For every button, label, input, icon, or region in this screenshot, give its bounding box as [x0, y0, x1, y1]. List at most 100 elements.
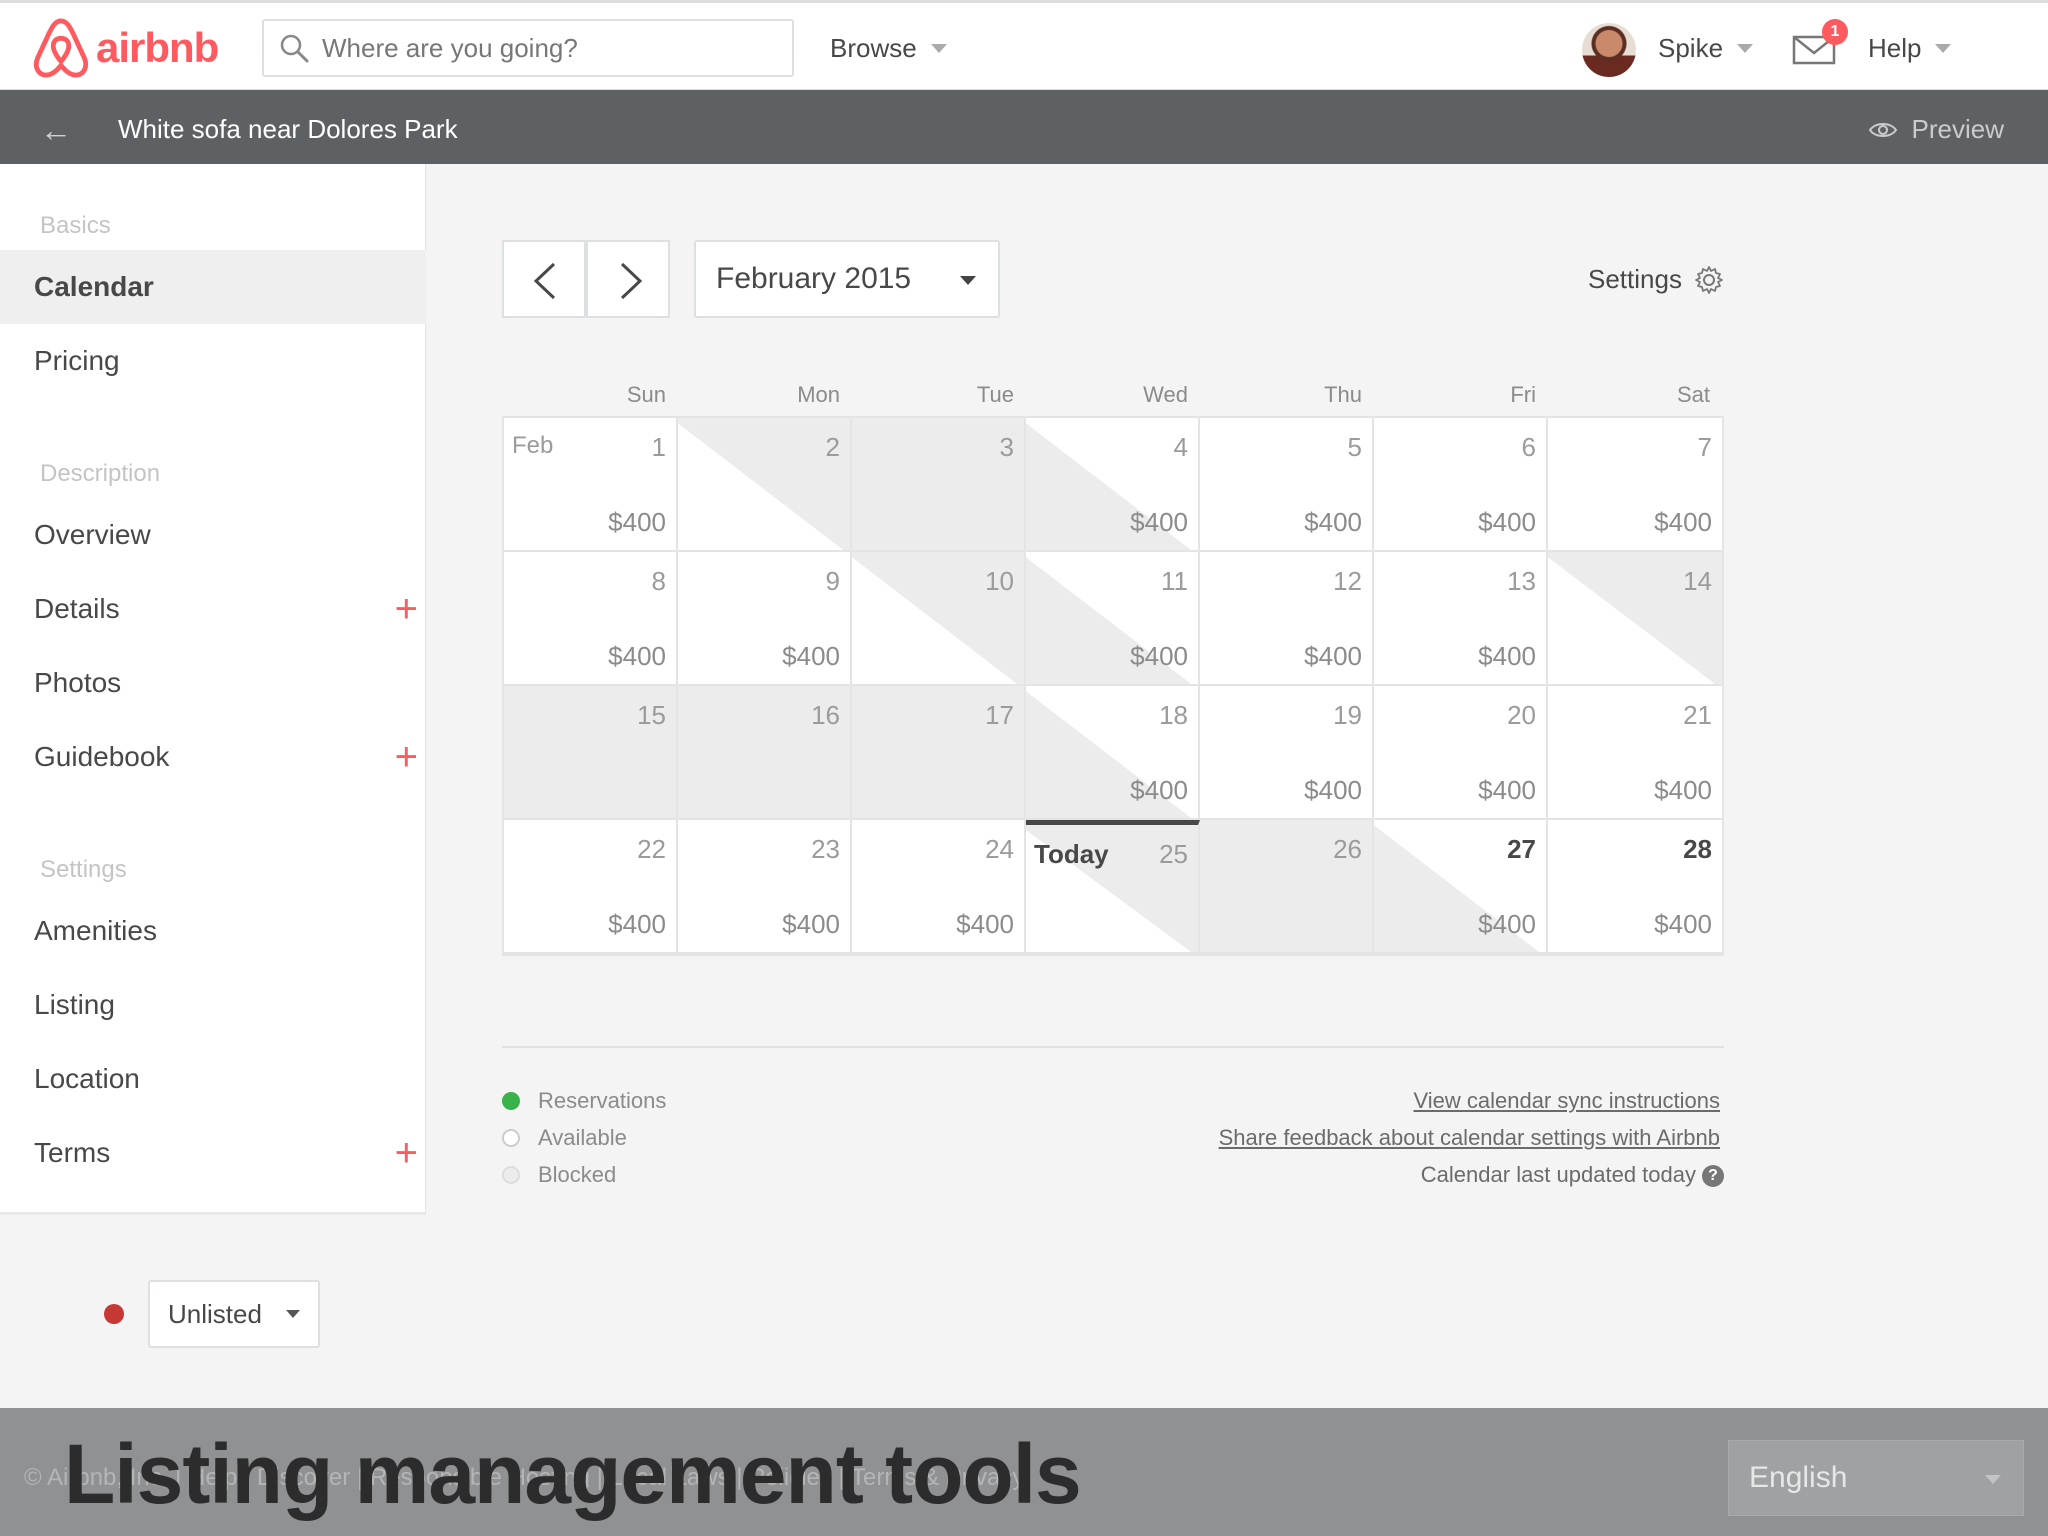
calendar-day-cell[interactable]: 14: [1548, 552, 1722, 686]
calendar-settings-button[interactable]: Settings: [1588, 264, 1724, 295]
chevron-down-icon: [960, 276, 976, 285]
day-price: $400: [1304, 507, 1362, 537]
calendar-day-cell[interactable]: 15: [504, 686, 678, 820]
question-icon[interactable]: ?: [1702, 1165, 1724, 1188]
calendar-day-cell[interactable]: Feb 1 $400: [504, 418, 678, 552]
day-number: 17: [985, 700, 1014, 730]
weekday-header: Mon: [797, 382, 840, 407]
calendar-day-cell[interactable]: 6 $400: [1374, 418, 1548, 552]
sidebar-heading-settings: Settings: [40, 856, 127, 883]
month-abbrev-label: Feb: [512, 432, 554, 459]
sidebar-item-amenities[interactable]: Amenities: [0, 894, 426, 968]
chevron-right-icon: [620, 262, 643, 300]
listing-title: White sofa near Dolores Park: [118, 114, 458, 144]
day-number: 5: [1347, 432, 1362, 462]
prev-month-button[interactable]: [502, 240, 586, 318]
sidebar-item-listing[interactable]: Listing: [0, 968, 426, 1042]
search-box[interactable]: [262, 19, 794, 77]
legend-reservations: Reservations: [502, 1088, 666, 1114]
back-arrow-icon[interactable]: ←: [40, 112, 72, 149]
legend-divider: [502, 1046, 1724, 1048]
day-number: 16: [811, 700, 840, 730]
calendar-day-cell[interactable]: 19 $400: [1200, 686, 1374, 820]
calendar-day-cell[interactable]: 16: [678, 686, 852, 820]
settings-label: Settings: [1588, 264, 1682, 294]
last-updated-row: Calendar last updated today?: [1421, 1162, 1724, 1188]
sidebar-item-overview[interactable]: Overview: [0, 498, 426, 572]
sidebar-item-photos[interactable]: Photos: [0, 646, 426, 720]
sidebar-item-terms[interactable]: Terms +: [0, 1116, 426, 1190]
sidebar: Basics Calendar Pricing Description Over…: [0, 164, 426, 1215]
preview-button[interactable]: Preview: [1868, 114, 2004, 145]
calendar-day-cell[interactable]: 8 $400: [504, 552, 678, 686]
calendar-day-cell[interactable]: 3: [852, 418, 1026, 552]
calendar-day-cell[interactable]: 23 $400: [678, 820, 852, 954]
search-input[interactable]: [320, 31, 780, 65]
calendar-day-cell[interactable]: 4 $400: [1026, 418, 1200, 552]
user-name: Spike: [1658, 33, 1724, 63]
weekday-header: Thu: [1324, 382, 1362, 407]
sidebar-item-calendar[interactable]: Calendar: [0, 250, 426, 324]
weekday-header: Fri: [1510, 382, 1536, 407]
calendar-day-cell[interactable]: 5 $400: [1200, 418, 1374, 552]
calendar-day-cell[interactable]: 7 $400: [1548, 418, 1722, 552]
calendar-day-cell[interactable]: 12 $400: [1200, 552, 1374, 686]
calendar-day-cell[interactable]: 17: [852, 686, 1026, 820]
next-month-button[interactable]: [586, 240, 670, 318]
calendar-day-cell[interactable]: 28 $400: [1548, 820, 1722, 954]
language-select[interactable]: English: [1728, 1440, 2024, 1516]
day-price: $400: [1654, 909, 1712, 939]
calendar-day-cell[interactable]: 20 $400: [1374, 686, 1548, 820]
airbnb-logo[interactable]: airbnb: [32, 17, 219, 79]
sidebar-item-location[interactable]: Location: [0, 1042, 426, 1116]
gear-icon: [1695, 265, 1723, 294]
sidebar-item-label: Calendar: [34, 271, 154, 302]
sidebar-heading-description: Description: [40, 460, 161, 487]
day-price: $400: [1304, 775, 1362, 805]
plus-icon[interactable]: +: [395, 572, 418, 646]
calendar-day-cell[interactable]: 10: [852, 552, 1026, 686]
calendar-day-cell[interactable]: 27 $400: [1374, 820, 1548, 954]
calendar-day-cell[interactable]: 22 $400: [504, 820, 678, 954]
plus-icon[interactable]: +: [395, 1116, 418, 1190]
sidebar-item-pricing[interactable]: Pricing: [0, 324, 426, 398]
avatar[interactable]: [1582, 23, 1636, 77]
sidebar-item-label: Amenities: [34, 915, 157, 946]
calendar-day-cell[interactable]: 18 $400: [1026, 686, 1200, 820]
airbnb-belo-icon: [33, 18, 89, 78]
month-select[interactable]: February 2015: [694, 240, 1000, 318]
sync-link-row: View calendar sync instructions: [1413, 1088, 1720, 1114]
calendar-day-cell[interactable]: 9 $400: [678, 552, 852, 686]
day-number: 9: [825, 566, 840, 596]
day-number: 2: [825, 432, 840, 462]
plus-icon[interactable]: +: [395, 720, 418, 794]
sidebar-item-guidebook[interactable]: Guidebook +: [0, 720, 426, 794]
day-price: $400: [782, 641, 840, 671]
day-price: $400: [1478, 507, 1536, 537]
sidebar-item-details[interactable]: Details +: [0, 572, 426, 646]
user-menu[interactable]: Spike: [1658, 33, 1754, 64]
calendar-sync-link[interactable]: View calendar sync instructions: [1413, 1088, 1720, 1113]
legend-available: Available: [502, 1125, 627, 1151]
calendar-day-cell[interactable]: 11 $400: [1026, 552, 1200, 686]
feedback-link[interactable]: Share feedback about calendar settings w…: [1219, 1125, 1720, 1150]
last-updated-text: Calendar last updated today: [1420, 1162, 1696, 1187]
day-price: $400: [1130, 775, 1188, 805]
calendar-day-cell[interactable]: 24 $400: [852, 820, 1026, 954]
sidebar-item-label: Listing: [34, 989, 115, 1020]
day-number: 3: [999, 432, 1014, 462]
calendar-day-cell[interactable]: Today 25: [1026, 820, 1200, 954]
browse-menu[interactable]: Browse: [830, 33, 947, 64]
legend-label: Reservations: [538, 1088, 667, 1113]
calendar-day-cell[interactable]: 21 $400: [1548, 686, 1722, 820]
calendar-day-cell[interactable]: 13 $400: [1374, 552, 1548, 686]
calendar-day-cell[interactable]: 26: [1200, 820, 1374, 954]
day-number: 28: [1683, 834, 1712, 864]
help-menu[interactable]: Help: [1868, 33, 1952, 64]
sidebar-item-label: Terms: [34, 1137, 111, 1168]
today-label: Today: [1034, 839, 1109, 869]
listing-status-value: Unlisted: [168, 1298, 262, 1329]
calendar-day-cell[interactable]: 2: [678, 418, 852, 552]
day-price: $400: [782, 909, 840, 939]
listing-status-select[interactable]: Unlisted: [148, 1280, 320, 1348]
